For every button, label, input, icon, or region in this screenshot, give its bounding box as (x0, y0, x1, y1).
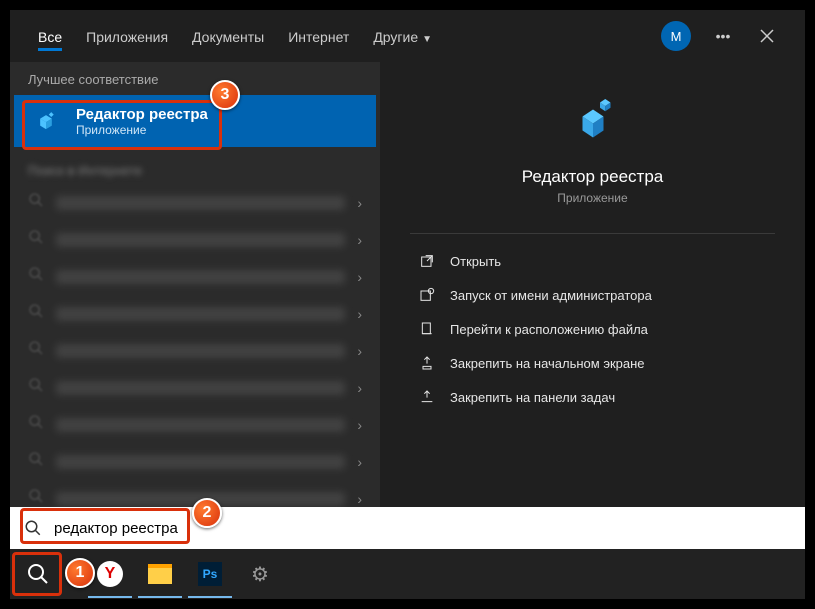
web-result-item[interactable]: › (10, 221, 380, 258)
results-pane: Лучшее соответствие Редактор реестра При… (10, 62, 380, 509)
search-icon (28, 303, 44, 324)
chevron-right-icon: › (357, 380, 362, 396)
search-icon (28, 266, 44, 287)
annotation-callout-1: 1 (65, 558, 95, 588)
taskbar-photoshop[interactable]: Ps (186, 550, 234, 598)
web-result-item[interactable]: › (10, 184, 380, 221)
search-icon (28, 414, 44, 435)
pin-taskbar-icon (418, 389, 436, 405)
filter-tabs: Все Приложения Документы Интернет Другие… (10, 10, 805, 62)
taskbar-file-explorer[interactable] (136, 550, 184, 598)
web-result-item[interactable]: › (10, 443, 380, 480)
search-icon (28, 451, 44, 472)
open-icon (418, 253, 436, 269)
search-input[interactable] (54, 520, 791, 537)
web-result-item[interactable]: › (10, 332, 380, 369)
search-icon (28, 488, 44, 509)
best-match-item[interactable]: Редактор реестра Приложение (14, 95, 376, 147)
chevron-right-icon: › (357, 343, 362, 359)
regedit-icon (30, 105, 62, 137)
chevron-right-icon: › (357, 195, 362, 211)
web-result-item[interactable]: › (10, 406, 380, 443)
regedit-large-icon (565, 92, 621, 153)
taskbar-search-button[interactable] (14, 550, 62, 598)
chevron-right-icon: › (357, 454, 362, 470)
web-result-item[interactable]: › (10, 369, 380, 406)
search-icon (28, 377, 44, 398)
tab-more[interactable]: Другие▼ (363, 15, 442, 57)
close-button[interactable] (747, 16, 787, 56)
web-result-item[interactable]: › (10, 258, 380, 295)
preview-pane: Редактор реестра Приложение Открыть Запу… (380, 62, 805, 509)
best-match-subtitle: Приложение (76, 123, 208, 137)
chevron-right-icon: › (357, 232, 362, 248)
tab-docs[interactable]: Документы (182, 15, 274, 57)
folder-icon (418, 321, 436, 337)
divider (410, 233, 775, 234)
action-open[interactable]: Открыть (410, 244, 775, 278)
admin-icon (418, 287, 436, 303)
action-pin-to-taskbar[interactable]: Закрепить на панели задач (410, 380, 775, 414)
web-result-item[interactable]: › (10, 295, 380, 332)
action-open-file-location[interactable]: Перейти к расположению файла (410, 312, 775, 346)
annotation-callout-3: 3 (210, 80, 240, 110)
taskbar: Y Ps ⚙ (10, 549, 805, 599)
more-options-button[interactable]: ••• (703, 16, 743, 56)
user-avatar[interactable]: M (661, 21, 691, 51)
action-pin-to-start[interactable]: Закрепить на начальном экране (410, 346, 775, 380)
search-icon (28, 192, 44, 213)
tab-internet[interactable]: Интернет (278, 15, 359, 57)
best-match-header: Лучшее соответствие (10, 62, 380, 95)
taskbar-app[interactable]: ⚙ (236, 550, 284, 598)
chevron-right-icon: › (357, 417, 362, 433)
chevron-right-icon: › (357, 269, 362, 285)
search-icon (28, 340, 44, 361)
best-match-title: Редактор реестра (76, 106, 208, 123)
action-run-as-admin[interactable]: Запуск от имени администратора (410, 278, 775, 312)
preview-subtitle: Приложение (557, 191, 627, 205)
search-icon (24, 519, 42, 537)
chevron-down-icon: ▼ (422, 34, 432, 45)
tab-all[interactable]: Все (28, 15, 72, 57)
search-bar[interactable] (10, 507, 805, 549)
pin-icon (418, 355, 436, 371)
chevron-right-icon: › (357, 491, 362, 507)
annotation-callout-2: 2 (192, 498, 222, 528)
preview-title: Редактор реестра (522, 167, 663, 187)
search-icon (28, 229, 44, 250)
web-search-header: Поиск в Интернете (10, 151, 380, 184)
chevron-right-icon: › (357, 306, 362, 322)
tab-apps[interactable]: Приложения (76, 15, 178, 57)
